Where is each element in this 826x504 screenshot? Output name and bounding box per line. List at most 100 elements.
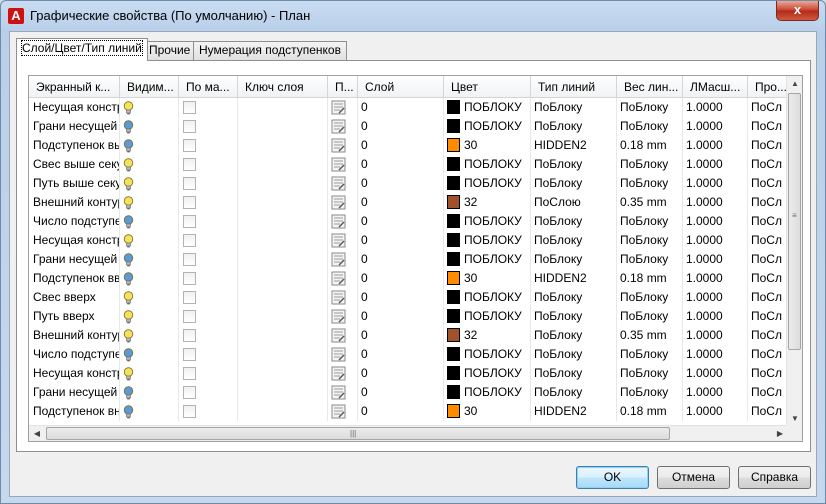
- by-material-checkbox[interactable]: [183, 367, 196, 380]
- cell-linetype[interactable]: HIDDEN2: [531, 136, 617, 155]
- header-col-lineweight[interactable]: Вес лин...: [617, 76, 683, 98]
- cell-linetype[interactable]: ПоБлоку: [531, 307, 617, 326]
- cell-visibility[interactable]: [120, 288, 179, 307]
- cell-color[interactable]: ПОБЛОКУ: [444, 155, 531, 174]
- cell-layer[interactable]: 0: [358, 307, 444, 326]
- cell-layer-key[interactable]: [238, 307, 328, 326]
- cell-plot-style[interactable]: [328, 117, 358, 136]
- table-row[interactable]: Внешний контур 0 32 ПоСлою 0.35 mm 1.0000 ПоСл: [29, 193, 788, 212]
- cell-visibility[interactable]: [120, 307, 179, 326]
- cell-screen-component[interactable]: Путь вверх: [29, 307, 120, 326]
- cell-layer[interactable]: 0: [358, 345, 444, 364]
- by-material-checkbox[interactable]: [183, 177, 196, 190]
- cell-layer[interactable]: 0: [358, 231, 444, 250]
- cell-screen-component[interactable]: Внешний контур: [29, 326, 120, 345]
- cell-visibility[interactable]: [120, 193, 179, 212]
- by-material-checkbox[interactable]: [183, 310, 196, 323]
- table-row[interactable]: Грани несущей к 0 ПОБЛОКУ ПоБлоку ПоБлоку 1.0…: [29, 383, 788, 402]
- plot-style-icon[interactable]: [331, 309, 346, 324]
- cell-by-material[interactable]: [179, 383, 238, 402]
- by-material-checkbox[interactable]: [183, 291, 196, 304]
- close-button[interactable]: x: [776, 1, 819, 21]
- cell-layer-key[interactable]: [238, 269, 328, 288]
- table-row[interactable]: Внешний контур 0 32 ПоБлоку 0.35 mm 1.0000 ПоС…: [29, 326, 788, 345]
- table-row[interactable]: Свес вверх 0 ПОБЛОКУ ПоБлоку ПоБлоку 1.0000 По…: [29, 288, 788, 307]
- cell-visibility[interactable]: [120, 117, 179, 136]
- cell-color[interactable]: ПОБЛОКУ: [444, 364, 531, 383]
- cell-visibility[interactable]: [120, 155, 179, 174]
- cell-layer[interactable]: 0: [358, 364, 444, 383]
- cell-visibility[interactable]: [120, 345, 179, 364]
- cell-layer-key[interactable]: [238, 288, 328, 307]
- tab-other[interactable]: Прочие: [143, 41, 197, 60]
- header-col-by-material[interactable]: По ма...: [179, 76, 238, 98]
- lightbulb-icon[interactable]: [123, 101, 134, 115]
- tab-layer-color-linetype[interactable]: Слой/Цвет/Тип линий: [16, 38, 148, 61]
- header-col-visible[interactable]: Видим...: [120, 76, 179, 98]
- table-row[interactable]: Свес выше секущ0ПОБЛОКУПоБлокуПоБлоку1.0…: [29, 155, 788, 174]
- scroll-up-arrow-icon[interactable]: ▲: [787, 76, 802, 92]
- cell-plot[interactable]: ПоСл: [748, 193, 788, 212]
- cell-color[interactable]: ПОБЛОКУ: [444, 117, 531, 136]
- cell-plot[interactable]: ПоСл: [748, 383, 788, 402]
- cell-plot[interactable]: ПоСл: [748, 155, 788, 174]
- plot-style-icon[interactable]: [331, 138, 346, 153]
- cell-screen-component[interactable]: Грани несущей к: [29, 250, 120, 269]
- lightbulb-icon[interactable]: [123, 348, 134, 362]
- cell-layer-key[interactable]: [238, 98, 328, 117]
- by-material-checkbox[interactable]: [183, 272, 196, 285]
- cell-plot-style[interactable]: [328, 364, 358, 383]
- cell-by-material[interactable]: [179, 174, 238, 193]
- cell-linetype[interactable]: ПоБлоку: [531, 250, 617, 269]
- cell-screen-component[interactable]: Внешний контур: [29, 193, 120, 212]
- header-col-color[interactable]: Цвет: [444, 76, 531, 98]
- cell-ltscale[interactable]: 1.0000: [683, 193, 748, 212]
- by-material-checkbox[interactable]: [183, 158, 196, 171]
- cell-plot[interactable]: ПоСл: [748, 288, 788, 307]
- cell-visibility[interactable]: [120, 98, 179, 117]
- cell-lineweight[interactable]: 0.18 mm: [617, 269, 683, 288]
- cell-screen-component[interactable]: Свес вверх: [29, 288, 120, 307]
- cell-by-material[interactable]: [179, 402, 238, 421]
- cell-by-material[interactable]: [179, 250, 238, 269]
- cell-plot[interactable]: ПоСл: [748, 98, 788, 117]
- cell-lineweight[interactable]: ПоБлоку: [617, 250, 683, 269]
- cell-color[interactable]: 32: [444, 326, 531, 345]
- cell-by-material[interactable]: [179, 155, 238, 174]
- table-row[interactable]: Грани несущей к 0 ПОБЛОКУ ПоБлоку ПоБлоку 1.0…: [29, 250, 788, 269]
- cell-visibility[interactable]: [120, 269, 179, 288]
- cell-plot-style[interactable]: [328, 193, 358, 212]
- cancel-button[interactable]: Отмена: [657, 466, 730, 489]
- cell-layer[interactable]: 0: [358, 288, 444, 307]
- cell-lineweight[interactable]: 0.18 mm: [617, 136, 683, 155]
- cell-layer[interactable]: 0: [358, 250, 444, 269]
- by-material-checkbox[interactable]: [183, 139, 196, 152]
- cell-plot[interactable]: ПоСл: [748, 212, 788, 231]
- cell-color[interactable]: 30: [444, 136, 531, 155]
- cell-layer-key[interactable]: [238, 345, 328, 364]
- table-row[interactable]: Число подступенк0ПОБЛОКУПоБлокуПоБлоку1.…: [29, 212, 788, 231]
- cell-plot[interactable]: ПоСл: [748, 364, 788, 383]
- lightbulb-icon[interactable]: [123, 158, 134, 172]
- cell-layer-key[interactable]: [238, 117, 328, 136]
- cell-screen-component[interactable]: Грани несущей к: [29, 117, 120, 136]
- cell-linetype[interactable]: ПоБлоку: [531, 98, 617, 117]
- table-row[interactable]: Грани несущей к 0 ПОБЛОКУ ПоБлоку ПоБлоку 1.0…: [29, 117, 788, 136]
- cell-color[interactable]: ПОБЛОКУ: [444, 250, 531, 269]
- header-col-screen-component[interactable]: Экранный к...: [29, 76, 120, 98]
- cell-layer[interactable]: 0: [358, 269, 444, 288]
- cell-ltscale[interactable]: 1.0000: [683, 402, 748, 421]
- cell-linetype[interactable]: ПоБлоку: [531, 174, 617, 193]
- help-button[interactable]: Справка: [738, 466, 811, 489]
- plot-style-icon[interactable]: [331, 157, 346, 172]
- cell-lineweight[interactable]: ПоБлоку: [617, 288, 683, 307]
- cell-screen-component[interactable]: Подступенок выш: [29, 136, 120, 155]
- cell-lineweight[interactable]: ПоБлоку: [617, 307, 683, 326]
- cell-by-material[interactable]: [179, 326, 238, 345]
- cell-screen-component[interactable]: Подступенок вве: [29, 269, 120, 288]
- cell-plot[interactable]: ПоСл: [748, 231, 788, 250]
- cell-layer[interactable]: 0: [358, 402, 444, 421]
- cell-layer[interactable]: 0: [358, 136, 444, 155]
- cell-screen-component[interactable]: Свес выше секущ: [29, 155, 120, 174]
- cell-plot[interactable]: ПоСл: [748, 269, 788, 288]
